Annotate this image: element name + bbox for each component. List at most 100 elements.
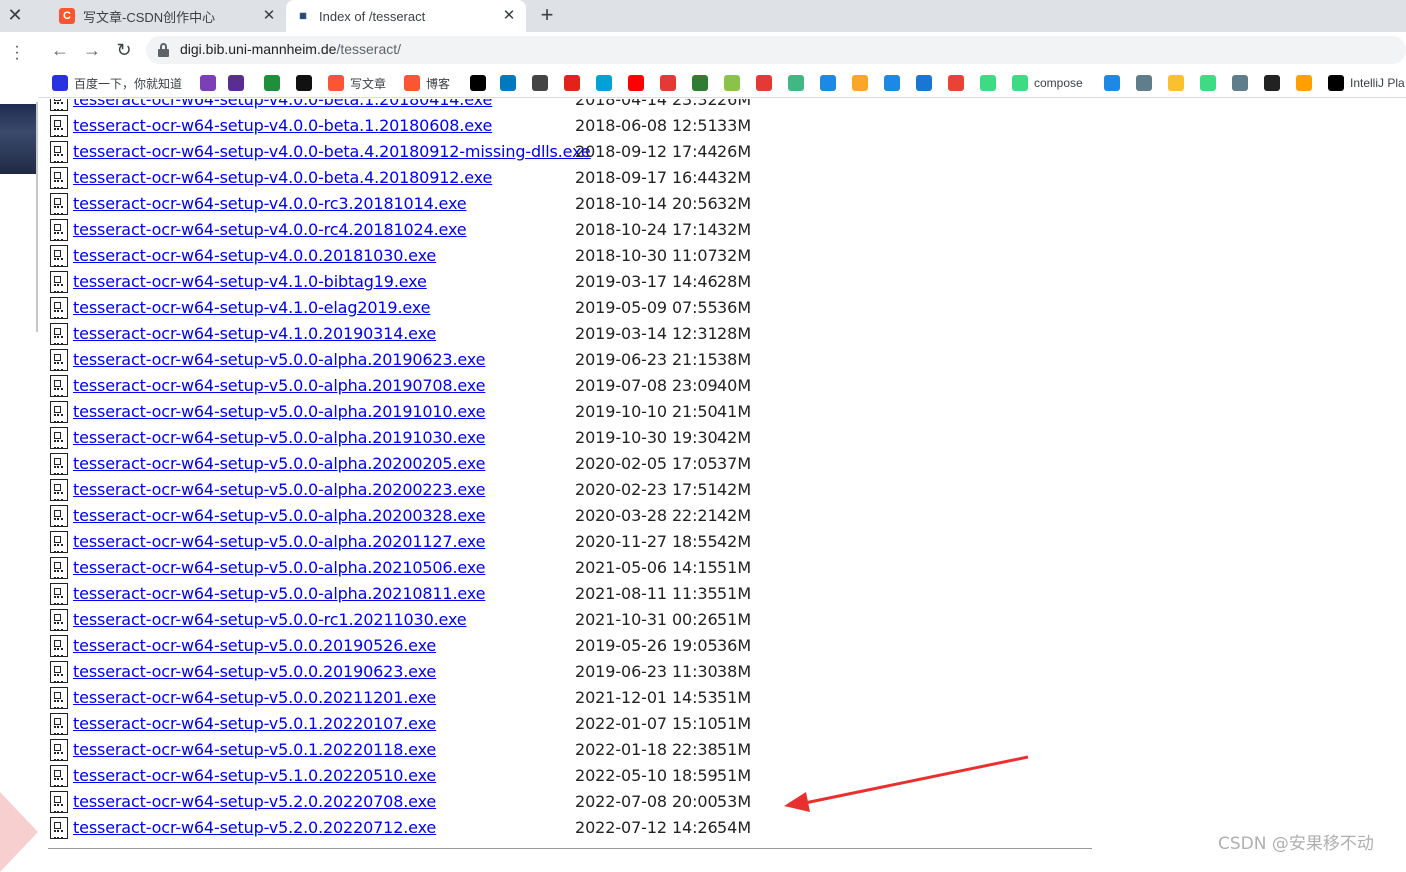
binary-file-icon [50, 531, 68, 553]
file-link[interactable]: tesseract-ocr-w64-setup-v5.0.0-alpha.201… [73, 350, 485, 369]
tab-close-icon[interactable]: ✕ [260, 7, 278, 25]
bookmark-item[interactable] [820, 72, 836, 94]
bookmark-item[interactable] [660, 72, 676, 94]
tab-index-of-tesseract[interactable]: ▦ Index of /tesseract ✕ [286, 0, 526, 32]
file-link[interactable]: tesseract-ocr-w64-setup-v5.0.0-alpha.201… [73, 428, 485, 447]
table-row: tesseract-ocr-w64-setup-v5.0.0-alpha.202… [48, 529, 1348, 555]
file-link[interactable]: tesseract-ocr-w64-setup-v5.2.0.20220708.… [73, 792, 436, 811]
back-icon[interactable]: ← [48, 38, 72, 62]
bookmark-item[interactable] [1296, 72, 1312, 94]
bookmark-item[interactable] [1264, 72, 1280, 94]
bookmark-item[interactable] [228, 72, 244, 94]
file-date: 2022-07-08 20:00 [575, 792, 718, 811]
more-vertical-icon[interactable]: · · · [10, 39, 24, 67]
file-size: 38M [717, 350, 752, 369]
bookmark-item[interactable] [264, 72, 280, 94]
file-link[interactable]: tesseract-ocr-w64-setup-v5.0.1.20220118.… [73, 740, 436, 759]
table-row: tesseract-ocr-w64-setup-v5.0.1.20220107.… [48, 711, 1348, 737]
bookmark-item[interactable] [200, 72, 216, 94]
bookmark-item[interactable] [788, 72, 804, 94]
file-date: 2020-02-05 17:05 [575, 454, 718, 473]
file-link[interactable]: tesseract-ocr-w64-setup-v5.0.0-alpha.202… [73, 480, 485, 499]
bookmark-item[interactable]: compose [1012, 72, 1083, 94]
bookmark-item[interactable]: IntelliJ Pla [1328, 72, 1405, 94]
file-link[interactable]: tesseract-ocr-w64-setup-v5.0.0-rc1.20211… [73, 610, 467, 629]
tab-csdn[interactable]: C 写文章-CSDN创作中心 ✕ [50, 0, 286, 32]
bookmark-item[interactable] [470, 72, 486, 94]
file-link[interactable]: tesseract-ocr-w64-setup-v5.0.0-alpha.202… [73, 584, 485, 603]
bookmark-item[interactable] [1136, 72, 1152, 94]
binary-file-icon [50, 271, 68, 293]
close-icon[interactable]: ✕ [5, 5, 25, 25]
file-link[interactable]: tesseract-ocr-w64-setup-v5.0.0.20190623.… [73, 662, 436, 681]
file-link[interactable]: tesseract-ocr-w64-setup-v5.0.0-alpha.202… [73, 506, 485, 525]
bookmark-item[interactable] [500, 72, 516, 94]
bookmark-item[interactable]: 写文章 [328, 72, 386, 94]
binary-file-icon [50, 453, 68, 475]
bookmark-item[interactable] [756, 72, 772, 94]
file-link[interactable]: tesseract-ocr-w64-setup-v5.0.0.20190526.… [73, 636, 436, 655]
bookmark-item[interactable] [1200, 72, 1216, 94]
address-bar[interactable]: digi.bib.uni-mannheim.de/tesseract/ [146, 36, 1406, 64]
file-link[interactable]: tesseract-ocr-w64-setup-v4.0.0-beta.4.20… [73, 168, 492, 187]
reload-icon[interactable]: ↻ [112, 38, 136, 62]
file-link[interactable]: tesseract-ocr-w64-setup-v5.0.0-alpha.202… [73, 532, 485, 551]
hexagon-icon [532, 75, 548, 91]
file-date: 2019-10-30 19:30 [575, 428, 718, 447]
bookmark-item[interactable] [564, 72, 580, 94]
bookmark-item[interactable]: 百度一下，你就知道 [52, 72, 182, 94]
table-row: tesseract-ocr-w64-setup-v5.0.0-alpha.202… [48, 451, 1348, 477]
bookmark-item[interactable] [724, 72, 740, 94]
bookmark-item[interactable] [628, 72, 644, 94]
file-size: 42M [717, 506, 752, 525]
file-date: 2018-10-14 20:56 [575, 194, 718, 213]
file-link[interactable]: tesseract-ocr-w64-setup-v4.0.0-beta.4.20… [73, 142, 591, 161]
file-link[interactable]: tesseract-ocr-w64-setup-v5.1.0.20220510.… [73, 766, 436, 785]
table-row: tesseract-ocr-w64-setup-v5.0.0-alpha.201… [48, 399, 1348, 425]
new-tab-icon[interactable]: + [535, 4, 559, 28]
bookmark-item[interactable] [596, 72, 612, 94]
bookmark-item[interactable] [1104, 72, 1120, 94]
forward-icon[interactable]: → [80, 38, 104, 62]
file-date: 2018-10-24 17:14 [575, 220, 718, 239]
file-link[interactable]: tesseract-ocr-w64-setup-v4.1.0-elag2019.… [73, 298, 430, 317]
binary-file-icon [50, 219, 68, 241]
file-link[interactable]: tesseract-ocr-w64-setup-v4.0.0.20181030.… [73, 246, 436, 265]
bookmark-item[interactable] [1232, 72, 1248, 94]
robot-icon [1136, 75, 1152, 91]
file-link[interactable]: tesseract-ocr-w64-setup-v4.0.0-rc4.20181… [73, 220, 467, 239]
table-row: tesseract-ocr-w64-setup-v5.1.0.20220510.… [48, 763, 1348, 789]
bookmark-item[interactable] [532, 72, 548, 94]
file-link[interactable]: tesseract-ocr-w64-setup-v5.0.0-alpha.202… [73, 558, 485, 577]
crown-icon [852, 75, 868, 91]
file-link[interactable]: tesseract-ocr-w64-setup-v5.0.1.20220107.… [73, 714, 436, 733]
bookmark-item[interactable] [884, 72, 900, 94]
file-link[interactable]: tesseract-ocr-w64-setup-v4.0.0-beta.1.20… [73, 99, 492, 109]
lock-icon[interactable] [158, 43, 169, 57]
bookmark-item[interactable] [296, 72, 312, 94]
table-row: tesseract-ocr-w64-setup-v5.0.0-alpha.202… [48, 581, 1348, 607]
table-row: tesseract-ocr-w64-setup-v4.0.0-beta.4.20… [48, 165, 1348, 191]
bookmark-item[interactable] [692, 72, 708, 94]
bookmark-item[interactable] [852, 72, 868, 94]
y-circle-icon [724, 75, 740, 91]
file-link[interactable]: tesseract-ocr-w64-setup-v4.0.0-rc3.20181… [73, 194, 467, 213]
tab-close-icon[interactable]: ✕ [500, 7, 518, 25]
file-link[interactable]: tesseract-ocr-w64-setup-v5.0.0-alpha.201… [73, 402, 485, 421]
file-size: 26M [717, 142, 752, 161]
file-link[interactable]: tesseract-ocr-w64-setup-v5.0.0.20211201.… [73, 688, 436, 707]
file-link[interactable]: tesseract-ocr-w64-setup-v4.0.0-beta.1.20… [73, 116, 492, 135]
binary-file-icon [50, 817, 68, 839]
bookmark-item[interactable] [948, 72, 964, 94]
file-link[interactable]: tesseract-ocr-w64-setup-v5.0.0-alpha.202… [73, 454, 485, 473]
binary-file-icon [50, 427, 68, 449]
bookmark-item[interactable]: 博客 [404, 72, 450, 94]
file-link[interactable]: tesseract-ocr-w64-setup-v5.2.0.20220712.… [73, 818, 436, 837]
bookmark-item[interactable] [1168, 72, 1184, 94]
file-link[interactable]: tesseract-ocr-w64-setup-v4.1.0.20190314.… [73, 324, 436, 343]
file-link[interactable]: tesseract-ocr-w64-setup-v4.1.0-bibtag19.… [73, 272, 427, 291]
bookmark-item[interactable] [980, 72, 996, 94]
bookmark-item[interactable] [916, 72, 932, 94]
file-link[interactable]: tesseract-ocr-w64-setup-v5.0.0-alpha.201… [73, 376, 485, 395]
binary-file-icon [50, 99, 68, 111]
